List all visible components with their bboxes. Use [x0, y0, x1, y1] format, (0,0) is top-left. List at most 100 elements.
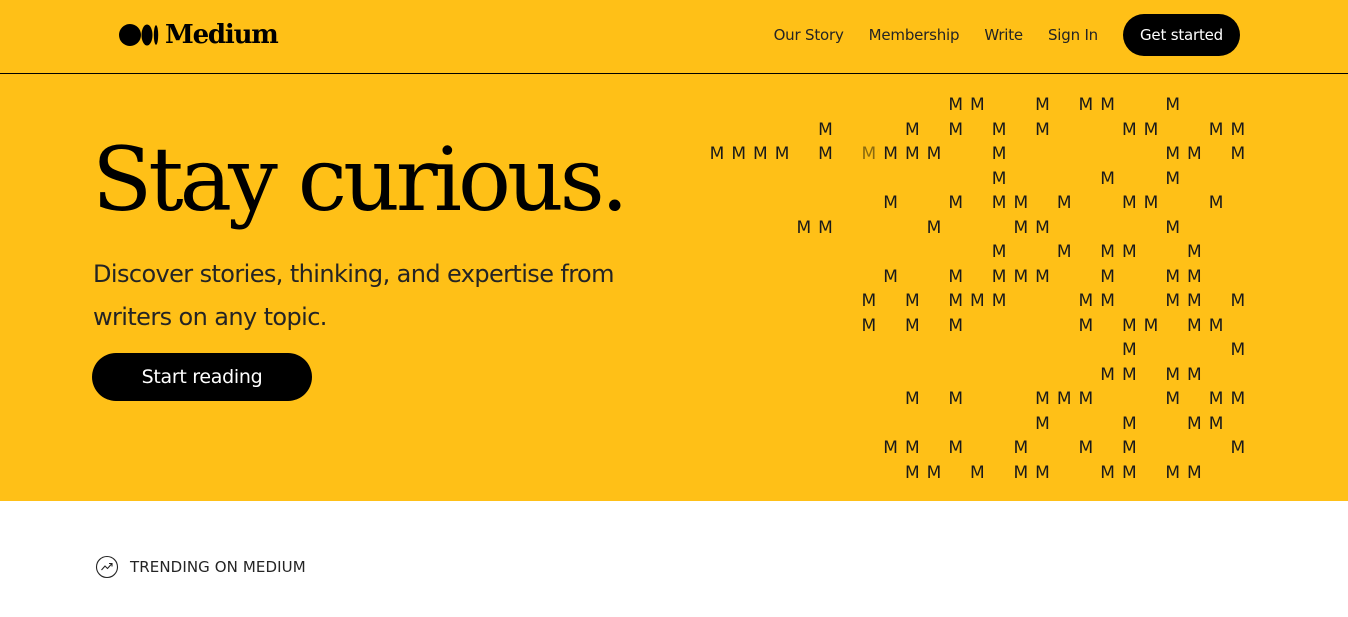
trending-heading: TRENDING ON MEDIUM: [95, 555, 306, 579]
pattern-letter: M: [1078, 389, 1094, 409]
pattern-letter: M: [1035, 389, 1050, 409]
pattern-letter: M: [1208, 389, 1224, 409]
pattern-letter: M: [926, 217, 942, 238]
pattern-letter: M: [948, 291, 964, 311]
pattern-letter: M: [1187, 315, 1202, 336]
pattern-letter: M: [991, 266, 1007, 287]
pattern-letter: M: [796, 217, 812, 238]
pattern-letter: M: [1165, 266, 1181, 287]
pattern-letter: M: [818, 217, 833, 238]
pattern-letter: M: [1035, 95, 1050, 115]
pattern-letter: M: [883, 266, 898, 287]
pattern-letter: M: [861, 315, 877, 336]
pattern-letter: M: [883, 144, 898, 164]
pattern-letter: M: [1165, 144, 1181, 164]
pattern-letter: M: [1121, 242, 1137, 262]
pattern-letter: M: [731, 144, 747, 164]
pattern-letter: M: [926, 144, 942, 164]
pattern-letter: M: [1035, 217, 1050, 238]
pattern-letter: M: [861, 144, 877, 164]
pattern-letter: M: [1230, 438, 1246, 458]
pattern-letter: M: [991, 144, 1007, 164]
pattern-letter: M: [1078, 438, 1094, 458]
pattern-letter: M: [1143, 193, 1159, 213]
pattern-letter: M: [1078, 291, 1094, 311]
pattern-letter: M: [1165, 95, 1181, 115]
pattern-letter: M: [1056, 389, 1072, 409]
pattern-letter: M: [970, 291, 985, 311]
pattern-letter: M: [1035, 413, 1050, 434]
pattern-letter: M: [1013, 193, 1029, 213]
pattern-letter: M: [1121, 193, 1137, 213]
pattern-letter: M: [818, 144, 833, 164]
pattern-letter: M: [1013, 266, 1029, 287]
pattern-letter: M: [948, 119, 964, 140]
pattern-letter: M: [883, 193, 898, 213]
pattern-letter: M: [948, 95, 964, 115]
pattern-letter: M: [1230, 291, 1246, 311]
pattern-letter: M: [1143, 315, 1159, 336]
pattern-letter: M: [1165, 462, 1181, 483]
pattern-letter: M: [991, 242, 1007, 262]
pattern-letter: M: [948, 266, 964, 287]
pattern-letter: M: [1187, 462, 1202, 483]
pattern-letter: M: [1230, 119, 1246, 140]
pattern-letter: M: [1208, 413, 1224, 434]
pattern-letter: M: [1100, 168, 1115, 189]
pattern-letter: M: [904, 389, 920, 409]
pattern-letter: M: [1100, 242, 1115, 262]
pattern-letter: M: [991, 168, 1007, 189]
pattern-letter: M: [1165, 168, 1181, 189]
pattern-letter: M: [1187, 242, 1202, 262]
pattern-letter: M: [1013, 462, 1029, 483]
pattern-letter: M: [1035, 119, 1050, 140]
pattern-letter: M: [904, 438, 920, 458]
pattern-letter: M: [1035, 266, 1050, 287]
pattern-letter: M: [1121, 413, 1137, 434]
trending-icon: [95, 555, 119, 579]
pattern-letter: M: [1187, 364, 1202, 385]
pattern-letter: M: [970, 95, 985, 115]
pattern-letter: M: [818, 119, 833, 140]
pattern-letter: M: [991, 193, 1007, 213]
pattern-letter: M: [1121, 340, 1137, 360]
pattern-letter: M: [1165, 389, 1181, 409]
m-letter-pattern: MMMMMMMMMMMMMMMMMMMMMMMMMMMMMMMMMMMMMMMM…: [0, 0, 1348, 501]
pattern-letter: M: [1208, 119, 1224, 140]
pattern-letter: M: [1165, 217, 1181, 238]
pattern-letter: M: [1143, 119, 1159, 140]
pattern-letter: M: [1121, 364, 1137, 385]
pattern-letter: M: [904, 144, 920, 164]
pattern-letter: M: [1187, 413, 1202, 434]
pattern-letter: M: [904, 291, 920, 311]
pattern-letter: M: [1187, 144, 1202, 164]
pattern-letter: M: [1187, 266, 1202, 287]
pattern-letter: M: [948, 438, 964, 458]
pattern-letter: M: [1121, 315, 1137, 336]
pattern-letter: M: [948, 193, 964, 213]
pattern-letter: M: [1100, 95, 1115, 115]
pattern-letter: M: [1187, 291, 1202, 311]
pattern-letter: M: [1013, 438, 1029, 458]
pattern-letter: M: [1230, 144, 1246, 164]
pattern-letter: M: [1208, 315, 1224, 336]
pattern-letter: M: [1056, 242, 1072, 262]
pattern-letter: M: [1121, 119, 1137, 140]
pattern-letter: M: [991, 119, 1007, 140]
pattern-letter: M: [948, 315, 964, 336]
pattern-letter: M: [1165, 291, 1181, 311]
pattern-letter: M: [1035, 462, 1050, 483]
pattern-letter: M: [1013, 217, 1029, 238]
pattern-letter: M: [1165, 364, 1181, 385]
pattern-letter: M: [1230, 389, 1246, 409]
pattern-letter: M: [970, 462, 985, 483]
pattern-letter: M: [904, 315, 920, 336]
trending-label: TRENDING ON MEDIUM: [130, 558, 306, 576]
pattern-letter: M: [861, 291, 877, 311]
pattern-letter: M: [1100, 291, 1115, 311]
pattern-letter: M: [1100, 266, 1115, 287]
pattern-letter: M: [1208, 193, 1224, 213]
pattern-letter: M: [904, 119, 920, 140]
pattern-letter: M: [1230, 340, 1246, 360]
pattern-letter: M: [1056, 193, 1072, 213]
